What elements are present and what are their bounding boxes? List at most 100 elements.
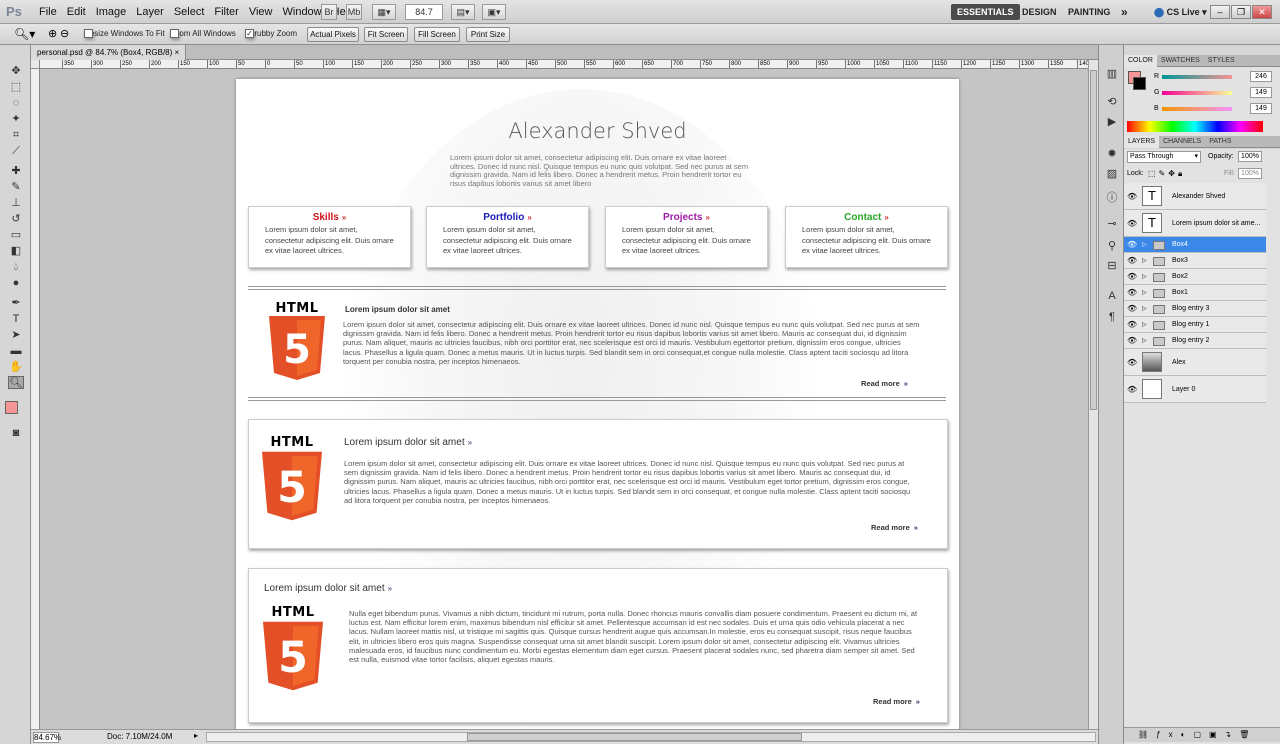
layer-alexander-shved[interactable]: 👁︎ T Alexander Shved	[1124, 183, 1266, 210]
eye-icon[interactable]: 👁︎	[1127, 183, 1137, 210]
healing-brush-tool-icon[interactable]: ✚	[8, 165, 24, 178]
actual-pixels-button[interactable]: Actual Pixels	[307, 27, 359, 42]
tab-color[interactable]: COLOR	[1124, 55, 1157, 67]
zoom-in-icon[interactable]: ⊕	[48, 27, 57, 40]
horizontal-scrollbar[interactable]	[206, 732, 1096, 742]
workspace-design[interactable]: DESIGN	[1016, 4, 1063, 20]
navigator-icon[interactable]: ▨	[1104, 167, 1120, 181]
layers-bottom-toolbar[interactable]: ⛓ƒx◐▢▣↴🗑︎	[1124, 727, 1280, 742]
workspace-painting[interactable]: PAINTING	[1062, 4, 1116, 20]
expand-triangle-icon[interactable]: ▷	[1142, 253, 1147, 269]
hand-tool-icon[interactable]: ✋	[8, 361, 24, 374]
histogram-icon[interactable]: ▥	[1104, 67, 1120, 81]
layer-box1[interactable]: 👁︎ ▷ Box1	[1124, 285, 1266, 301]
eye-icon[interactable]: 👁︎	[1127, 376, 1137, 403]
eye-icon[interactable]: 👁︎	[1127, 333, 1137, 349]
r-slider[interactable]	[1162, 75, 1232, 79]
crop-tool-icon[interactable]: ⌗	[8, 129, 24, 142]
mini-bridge-button[interactable]: Mb	[346, 4, 362, 20]
entry-1-read-more-link[interactable]: Read more»	[861, 379, 908, 388]
screen-mode-button[interactable]: ▣▾	[482, 4, 506, 20]
marquee-tool-icon[interactable]: ⬚	[8, 81, 24, 94]
layer-alex[interactable]: 👁︎ Alex	[1124, 349, 1266, 376]
tab-paths[interactable]: PATHS	[1205, 136, 1235, 148]
layer-blog-entry-3[interactable]: 👁︎ ▷ Blog entry 3	[1124, 301, 1266, 317]
arrange-documents-button[interactable]: ▤▾	[451, 4, 475, 20]
scrollbar-thumb[interactable]	[1090, 70, 1097, 410]
eye-icon[interactable]: 👁︎	[1127, 317, 1137, 333]
menu-file[interactable]: File	[34, 6, 62, 18]
entry-2-read-more-link[interactable]: Read more»	[871, 523, 918, 532]
eye-icon[interactable]: 👁︎	[1127, 301, 1137, 317]
print-size-button[interactable]: Print Size	[466, 27, 510, 42]
cs-live-button[interactable]: ⬤ CS Live ▾	[1148, 4, 1213, 20]
menu-edit[interactable]: Edit	[62, 6, 91, 18]
fit-screen-button[interactable]: Fit Screen	[364, 27, 408, 42]
status-menu-arrow-icon[interactable]: ▸	[194, 731, 198, 740]
fill-screen-button[interactable]: Fill Screen	[414, 27, 460, 42]
zoom-all-checkbox[interactable]: Zoom All Windows	[170, 29, 236, 38]
status-zoom-field[interactable]: 84.67%	[33, 732, 61, 743]
layer-0[interactable]: 👁︎ Layer 0	[1124, 376, 1266, 403]
menu-filter[interactable]: Filter	[209, 6, 243, 18]
actions-icon[interactable]: ▶	[1104, 115, 1120, 129]
menu-image[interactable]: Image	[91, 6, 132, 18]
gradient-tool-icon[interactable]: ◧	[8, 245, 24, 258]
history-brush-tool-icon[interactable]: ↺	[8, 213, 24, 226]
eye-icon[interactable]: 👁︎	[1127, 253, 1137, 269]
workspace-essentials[interactable]: ESSENTIALS	[951, 4, 1020, 20]
expand-triangle-icon[interactable]: ▷	[1142, 317, 1147, 333]
clone-source-icon[interactable]: ⚲	[1104, 239, 1120, 253]
eye-icon[interactable]: 👁︎	[1127, 269, 1137, 285]
scrubby-zoom-checkbox[interactable]: ✓ Scrubby Zoom	[245, 29, 297, 38]
canvas-area[interactable]: Alexander Shved Lorem ipsum dolor sit am…	[40, 69, 1088, 729]
zoom-tool-icon[interactable]: 🔍︎▾	[14, 27, 35, 41]
resize-windows-checkbox[interactable]: Resize Windows To Fit	[84, 29, 165, 38]
close-tab-icon[interactable]: ×	[175, 48, 180, 57]
layer-box2[interactable]: 👁︎ ▷ Box2	[1124, 269, 1266, 285]
tab-layers[interactable]: LAYERS	[1124, 136, 1160, 148]
lasso-tool-icon[interactable]: ◌	[8, 97, 24, 110]
dodge-tool-icon[interactable]: ●	[8, 277, 24, 290]
r-value[interactable]: 246	[1250, 71, 1272, 82]
zoom-tool-icon[interactable]: 🔍︎	[8, 376, 24, 389]
quick-select-tool-icon[interactable]: ✦	[8, 113, 24, 126]
document-tab[interactable]: personal.psd @ 84.7% (Box4, RGB/8) ×	[31, 45, 187, 60]
bridge-button[interactable]: Br	[321, 4, 337, 20]
zoom-out-icon[interactable]: ⊖	[60, 27, 69, 40]
menu-select[interactable]: Select	[169, 6, 210, 18]
eye-icon[interactable]: 👁︎	[1127, 349, 1137, 376]
g-value[interactable]: 149	[1250, 87, 1272, 98]
character-icon[interactable]: A	[1104, 290, 1120, 304]
type-tool-icon[interactable]: T	[8, 313, 24, 326]
eraser-tool-icon[interactable]: ▭	[8, 229, 24, 242]
history-icon[interactable]: ⟲	[1104, 95, 1120, 109]
entry-3-read-more-link[interactable]: Read more»	[873, 697, 920, 706]
expand-triangle-icon[interactable]: ▷	[1142, 333, 1147, 349]
layer-lorem-ipsum[interactable]: 👁︎ T Lorem ipsum dolor sit ame...	[1124, 210, 1266, 237]
menu-window[interactable]: Window	[278, 6, 327, 18]
pen-tool-icon[interactable]: ✒	[8, 297, 24, 310]
brush-tool-icon[interactable]: ✎	[8, 181, 24, 194]
opacity-value[interactable]: 100%	[1238, 151, 1262, 162]
eye-icon[interactable]: 👁︎	[1127, 285, 1137, 301]
expand-triangle-icon[interactable]: ▷	[1142, 269, 1147, 285]
g-slider[interactable]	[1162, 91, 1232, 95]
info-icon[interactable]: ⓘ	[1104, 189, 1120, 204]
paragraph-icon[interactable]: ¶	[1104, 311, 1120, 325]
menu-view[interactable]: View	[244, 6, 278, 18]
restore-button[interactable]: ❐	[1231, 5, 1251, 19]
adjustments-icon[interactable]: ✹	[1104, 147, 1120, 161]
b-value[interactable]: 149	[1250, 103, 1272, 114]
close-button[interactable]: ✕	[1252, 5, 1272, 19]
minimize-button[interactable]: –	[1210, 5, 1230, 19]
eyedropper-tool-icon[interactable]: ⟋	[8, 145, 24, 158]
b-slider[interactable]	[1162, 107, 1232, 111]
move-tool-icon[interactable]: ✥	[8, 65, 24, 78]
quick-mask-icon[interactable]: ◙	[8, 427, 24, 440]
eye-icon[interactable]: 👁︎	[1127, 237, 1137, 253]
brush-presets-icon[interactable]: ⊸	[1104, 217, 1120, 231]
foreground-color-swatch[interactable]	[5, 401, 18, 414]
tab-swatches[interactable]: SWATCHES	[1157, 55, 1204, 67]
color-ramp[interactable]	[1127, 121, 1263, 132]
